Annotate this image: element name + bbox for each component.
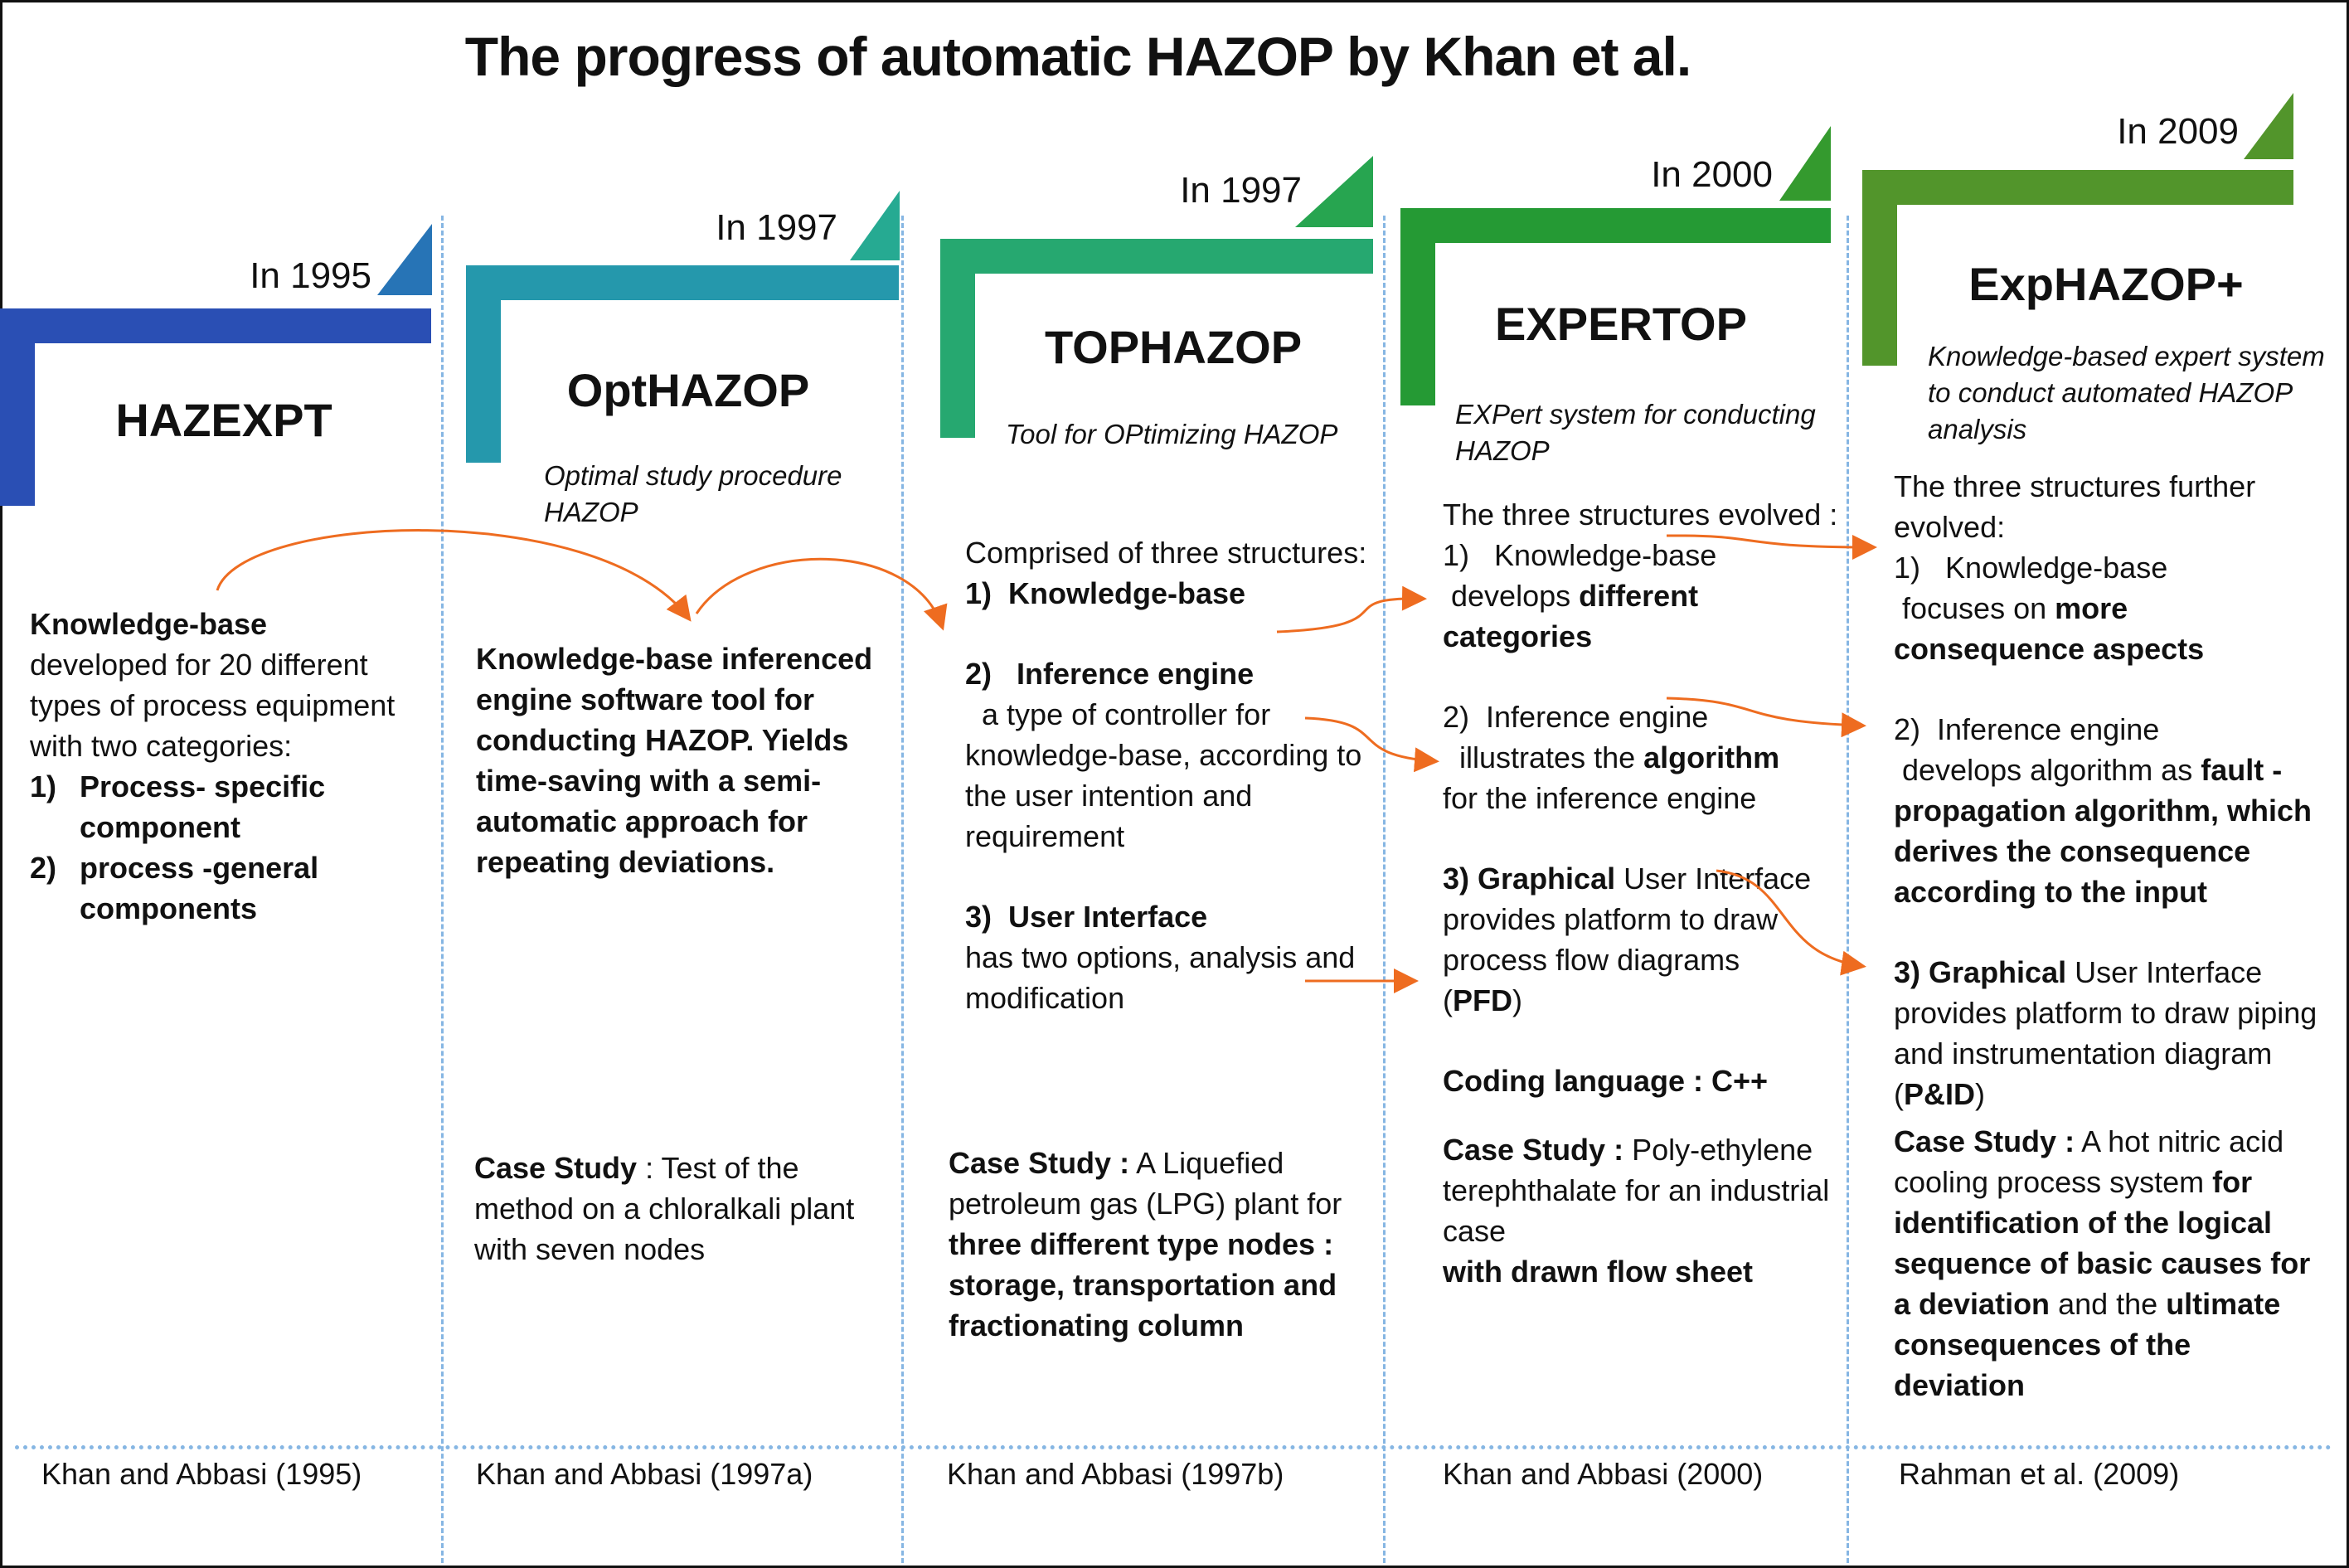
tool-name: EXPERTOP — [1495, 298, 1747, 350]
year-label: In 1995 — [250, 255, 371, 296]
step-bar-vertical — [466, 265, 501, 463]
case-study-label: Case Study : — [949, 1146, 1130, 1180]
step-bar-vertical — [940, 239, 975, 438]
step-bar-horizontal — [466, 265, 899, 300]
structure-item-inference-engine: 2) Inference engine develops algorithm a… — [1894, 712, 2312, 909]
case-study-label: Case Study — [474, 1151, 638, 1185]
tool-name: HAZEXPT — [115, 394, 332, 446]
structure-item-graphical-ui: 3) Graphical User Interface provides pla… — [1894, 955, 2317, 1111]
step-bar-vertical — [0, 308, 35, 506]
tool-subtitle: EXPert system for conducting HAZOP — [1455, 399, 1816, 466]
tool-description: The three structures evolved : 1) Knowle… — [1443, 494, 1841, 1292]
structure-item-inference-engine: 2) Inference engine illustrates the algo… — [1443, 700, 1780, 815]
list-item: 2) process -general components — [30, 851, 319, 925]
step-bar-horizontal — [1862, 170, 2293, 205]
year-label: In 2009 — [2117, 111, 2239, 152]
tool-name: TOPHAZOP — [1044, 321, 1303, 373]
step-bar-horizontal — [940, 239, 1373, 274]
column-divider — [901, 216, 904, 1563]
tool-subtitle: Knowledge-based expert system to conduct… — [1928, 341, 2325, 444]
structure-item-graphical-ui: 3) Graphical User Interface provides pla… — [1443, 862, 1812, 1017]
case-study: Case Study : A Liquefied petroleum gas (… — [949, 1146, 1342, 1342]
year-label: In 1997 — [716, 207, 837, 248]
tool-description: Knowledge-base inferenced engine softwar… — [476, 642, 873, 879]
year-label: In 1997 — [1180, 170, 1302, 211]
list-item: 1) Process- specific component — [30, 769, 326, 844]
reference-divider — [15, 1445, 2332, 1449]
lead-text: developed for 20 different types of proc… — [30, 648, 396, 763]
year-flag-icon — [850, 191, 900, 260]
tool-subtitle: Optimal study procedure HAZOP — [544, 460, 842, 527]
figure-title: The progress of automatic HAZOP by Khan … — [464, 26, 1691, 87]
case-study: Case Study : Test of the method on a chl… — [474, 1151, 855, 1266]
category-list: 1) Process- specific component 2) process … — [30, 766, 420, 929]
lead-title: Knowledge-base — [30, 607, 268, 641]
reference-citation: Khan and Abbasi (1995) — [41, 1457, 362, 1491]
tool-description: The three structures further evolved: 1)… — [1894, 466, 2325, 1405]
reference-citation: Khan and Abbasi (1997a) — [476, 1457, 813, 1491]
case-study-label: Case Study : — [1894, 1124, 2075, 1158]
tool-subtitle: Tool for OPtimizing HAZOP — [1006, 419, 1338, 449]
step-bar-horizontal — [1400, 208, 1831, 243]
tool-description: Knowledge-base developed for 20 differen… — [30, 604, 420, 929]
structure-item-knowledge-base: 1) Knowledge-base develops different cat… — [1443, 538, 1717, 653]
structure-item-knowledge-base: 1) Knowledge-base — [965, 576, 1246, 610]
tool-name: ExpHAZOP+ — [1968, 258, 2244, 310]
year-label: In 2000 — [1651, 154, 1773, 195]
column-divider — [441, 216, 444, 1563]
case-study: Case Study : Poly-ethylene terephthalate… — [1443, 1133, 1830, 1289]
structure-item-user-interface: 3) User Interface has two options, analy… — [965, 900, 1356, 1015]
reference-citation: Rahman et al. (2009) — [1899, 1457, 2180, 1491]
structures-intro: The three structures further evolved: — [1894, 469, 2256, 544]
structure-item-inference-engine: 2) Inference engine a type of controller… — [965, 657, 1362, 853]
case-study-label: Case Study : — [1443, 1133, 1624, 1167]
case-study: Case Study : A hot nitric acid cooling p… — [1894, 1124, 2311, 1402]
year-flag-icon — [1779, 126, 1831, 201]
step-bar-vertical — [1862, 170, 1897, 366]
structure-item-knowledge-base: 1) Knowledge-base focuses on more conseq… — [1894, 551, 2205, 666]
coding-language: Coding language : C++ — [1443, 1064, 1769, 1098]
reference-citation: Khan and Abbasi (1997b) — [947, 1457, 1284, 1491]
tool-description: Comprised of three structures: 1) Knowle… — [965, 532, 1380, 1018]
tool-name: OptHAZOP — [566, 364, 810, 416]
column-divider — [1847, 216, 1849, 1563]
reference-citation: Khan and Abbasi (2000) — [1443, 1457, 1764, 1491]
year-flag-icon — [1295, 156, 1373, 227]
year-flag-icon — [377, 224, 432, 295]
step-bar-horizontal — [0, 308, 431, 343]
step-bar-vertical — [1400, 208, 1435, 405]
structures-intro: The three structures evolved : — [1443, 498, 1838, 532]
structures-intro: Comprised of three structures: — [965, 536, 1367, 570]
year-flag-icon — [2244, 93, 2293, 159]
